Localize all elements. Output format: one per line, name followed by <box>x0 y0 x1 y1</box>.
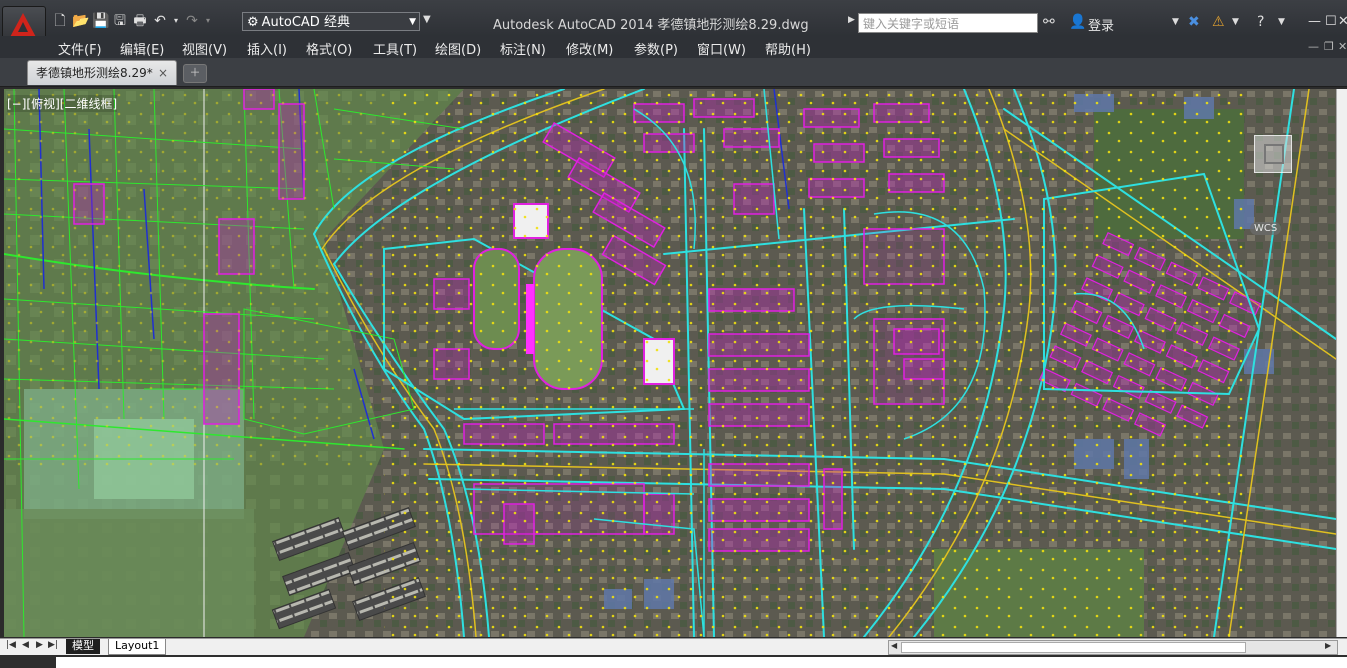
customize-toolbar-icon[interactable]: ▼ <box>423 14 431 25</box>
search-input[interactable]: 键入关键字或短语 <box>858 13 1038 33</box>
workspace-selector[interactable]: ⚙ AutoCAD 经典 ▼ <box>242 12 420 31</box>
open-folder-icon[interactable]: 📂 <box>72 13 89 29</box>
print-icon[interactable]: 🖶 <box>132 13 148 29</box>
wcs-menu[interactable]: WCS <box>1250 222 1282 235</box>
prev-tab-arrow-icon[interactable]: ◀ <box>22 640 29 650</box>
horizontal-scrollbar[interactable]: ◀ ▶ <box>888 640 1338 655</box>
chevron-down-icon[interactable]: ▼ <box>1232 17 1239 27</box>
next-tab-arrow-icon[interactable]: ▶ <box>36 640 43 650</box>
tab-model[interactable]: 模型 <box>66 639 100 654</box>
workspace-value: AutoCAD 经典 <box>261 15 350 30</box>
undo-dropdown-icon[interactable]: ▾ <box>172 13 180 29</box>
viewport-controls-label[interactable]: [−][俯视][二维线框] <box>7 95 118 112</box>
title-bar: ▼ 🗋 📂 💾 🖫 🖶 ↶ ▾ ↷ ▾ ⚙AutoCAD 经典 ▼ ▼ Auto… <box>0 0 1347 52</box>
file-tab-strip: 孝德镇地形测绘8.29* × ＋ <box>0 58 1347 87</box>
command-input[interactable] <box>56 657 1347 668</box>
scroll-right-icon[interactable]: ▶ <box>1325 641 1331 650</box>
scroll-left-icon[interactable]: ◀ <box>891 641 897 650</box>
chevron-down-icon: ▼ <box>409 17 416 27</box>
command-line <box>0 655 1347 668</box>
last-tab-arrow-icon[interactable]: ▶| <box>48 640 58 650</box>
save-icon[interactable]: 💾 <box>92 13 109 29</box>
close-icon[interactable]: × <box>158 61 168 86</box>
menu-help[interactable]: 帮助(H) <box>765 39 811 58</box>
menu-modify[interactable]: 修改(M) <box>566 39 613 58</box>
redo-dropdown-icon[interactable]: ▾ <box>204 13 212 29</box>
user-icon[interactable]: 👤 <box>1069 14 1086 30</box>
chevron-down-icon[interactable]: ▼ <box>1172 17 1179 27</box>
menu-file[interactable]: 文件(F) <box>58 39 102 58</box>
gear-icon: ⚙ <box>247 15 259 30</box>
chevron-down-icon[interactable]: ▼ <box>1278 17 1285 27</box>
window-title: Autodesk AutoCAD 2014 孝德镇地形测绘8.29.dwg <box>493 18 809 33</box>
menu-insert[interactable]: 插入(I) <box>247 39 287 58</box>
document-tab[interactable]: 孝德镇地形测绘8.29* × <box>27 60 177 85</box>
menu-draw[interactable]: 绘图(D) <box>435 39 481 58</box>
document-minimize-button[interactable]: — <box>1308 40 1319 53</box>
viewcube[interactable] <box>1254 135 1292 173</box>
binoculars-icon[interactable]: ⚯ <box>1043 14 1055 30</box>
menu-view[interactable]: 视图(V) <box>182 39 227 58</box>
first-tab-arrow-icon[interactable]: |◀ <box>6 640 16 650</box>
maximize-button[interactable]: ☐ <box>1325 14 1337 29</box>
help-icon[interactable]: ? <box>1257 14 1264 30</box>
menu-format[interactable]: 格式(O) <box>306 39 352 58</box>
map-drawing <box>4 89 1336 637</box>
document-close-button[interactable]: ✕ <box>1338 40 1347 53</box>
redo-icon[interactable]: ↷ <box>184 13 200 29</box>
menu-bar: 文件(F) 编辑(E) 视图(V) 插入(I) 格式(O) 工具(T) 绘图(D… <box>0 36 1347 58</box>
save-as-icon[interactable]: 🖫 <box>112 13 128 29</box>
viewcube-top-face-icon[interactable] <box>1264 144 1284 164</box>
close-button[interactable]: ✕ <box>1338 14 1347 29</box>
menu-dimension[interactable]: 标注(N) <box>500 39 546 58</box>
tab-layout1[interactable]: Layout1 <box>108 639 167 655</box>
layout-tab-bar: |◀ ◀ ▶ ▶| 模型 Layout1 ◀ ▶ <box>0 638 1347 655</box>
document-restore-button[interactable]: ❐ <box>1324 40 1334 53</box>
login-button[interactable]: 登录 <box>1088 15 1114 34</box>
menu-tools[interactable]: 工具(T) <box>373 39 417 58</box>
undo-icon[interactable]: ↶ <box>152 13 168 29</box>
exchange-icon[interactable]: ✖ <box>1188 14 1200 30</box>
menu-parametric[interactable]: 参数(P) <box>634 39 678 58</box>
scrollbar-thumb[interactable] <box>901 642 1246 653</box>
drawing-canvas[interactable] <box>4 89 1336 637</box>
new-drawing-tab-button[interactable]: ＋ <box>183 64 207 83</box>
menu-window[interactable]: 窗口(W) <box>697 39 746 58</box>
document-tab-label: 孝德镇地形测绘8.29* <box>36 66 153 80</box>
quick-access-toolbar: 🗋 📂 💾 🖫 🖶 ↶ ▾ ↷ ▾ <box>52 11 212 31</box>
new-file-icon[interactable]: 🗋 <box>52 13 68 29</box>
expand-search-icon[interactable]: ▶ <box>848 15 855 25</box>
menu-edit[interactable]: 编辑(E) <box>120 39 164 58</box>
connect-icon[interactable]: ⚠ <box>1212 14 1225 30</box>
vertical-scrollbar[interactable] <box>1336 89 1347 637</box>
minimize-button[interactable]: — <box>1308 14 1321 29</box>
